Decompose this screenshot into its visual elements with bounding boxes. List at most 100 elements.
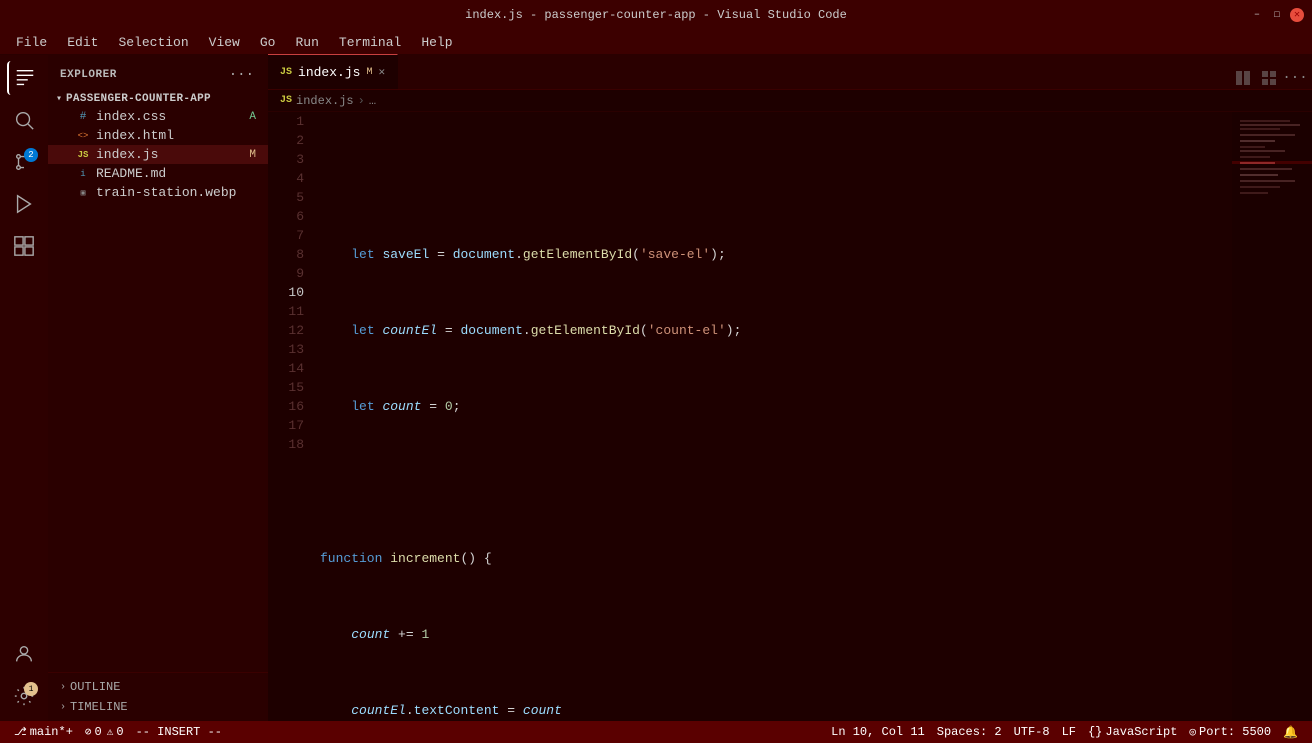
file-name-css: index.css (96, 109, 166, 124)
activity-extensions[interactable] (7, 229, 41, 263)
status-mode-text: -- INSERT -- (136, 725, 222, 739)
minimize-button[interactable]: − (1250, 8, 1264, 22)
tabs-bar: JS index.js M ✕ (268, 55, 1312, 90)
maximize-button[interactable]: □ (1270, 8, 1284, 22)
tab-js-icon: JS (280, 67, 292, 78)
line-num-18: 18 (268, 435, 304, 454)
menu-file[interactable]: File (8, 33, 55, 52)
tabs-right-actions: ··· (1232, 67, 1312, 89)
timeline-label: TIMELINE (70, 700, 128, 714)
status-ln-col: Ln 10, Col 11 (831, 725, 925, 739)
minimap (1232, 112, 1312, 721)
file-name-readme: README.md (96, 166, 166, 181)
code-line-4: let count = 0; (320, 397, 1232, 416)
activity-bar: 2 1 (0, 55, 48, 721)
status-line-ending[interactable]: LF (1056, 721, 1082, 743)
file-name-js: index.js (96, 147, 158, 162)
activity-bar-bottom: 1 (7, 637, 41, 721)
status-spaces[interactable]: Spaces: 2 (931, 721, 1008, 743)
bell-icon: 🔔 (1283, 725, 1298, 740)
line-num-8: 8 (268, 245, 304, 264)
activity-settings[interactable]: 1 (7, 679, 41, 713)
breadcrumb-separator: › (358, 94, 365, 108)
settings-badge: 1 (24, 682, 38, 696)
status-position[interactable]: Ln 10, Col 11 (825, 721, 931, 743)
code-line-1 (320, 169, 1232, 188)
editor[interactable]: 1 2 3 4 5 6 7 8 9 10 11 12 13 14 15 16 1… (268, 112, 1312, 721)
tab-modified-indicator: M (366, 67, 372, 78)
sidebar-header: EXPLORER ··· (48, 55, 268, 89)
tab-close-button[interactable]: ✕ (378, 65, 385, 79)
menu-go[interactable]: Go (252, 33, 284, 52)
menu-edit[interactable]: Edit (59, 33, 106, 52)
timeline-toggle[interactable]: › TIMELINE (48, 697, 268, 717)
outline-toggle[interactable]: › OUTLINE (48, 677, 268, 697)
status-warning-count: 0 (116, 725, 123, 739)
line-num-10: 10 (268, 283, 304, 302)
split-editor-button[interactable] (1232, 67, 1254, 89)
git-branch-icon: ⎇ (14, 725, 27, 739)
breadcrumb-context[interactable]: … (369, 94, 376, 108)
activity-search[interactable] (7, 103, 41, 137)
sidebar: EXPLORER ··· ▾ PASSENGER-COUNTER-APP # i… (48, 55, 268, 721)
menu-view[interactable]: View (201, 33, 248, 52)
line-num-15: 15 (268, 378, 304, 397)
warning-icon: ⚠ (107, 725, 114, 739)
menu-help[interactable]: Help (413, 33, 460, 52)
line-num-3: 3 (268, 150, 304, 169)
file-name-html: index.html (96, 128, 174, 143)
status-encoding[interactable]: UTF-8 (1008, 721, 1056, 743)
tab-label: index.js (298, 65, 360, 80)
tab-index-js[interactable]: JS index.js M ✕ (268, 54, 398, 89)
line-num-1: 1 (268, 112, 304, 131)
menu-terminal[interactable]: Terminal (331, 33, 409, 52)
line-num-11: 11 (268, 302, 304, 321)
menu-run[interactable]: Run (287, 33, 326, 52)
line-num-13: 13 (268, 340, 304, 359)
status-language-text: JavaScript (1105, 725, 1177, 739)
folder-name: PASSENGER-COUNTER-APP (66, 93, 211, 105)
close-button[interactable]: ✕ (1290, 8, 1304, 22)
outline-label: OUTLINE (70, 680, 120, 694)
file-index-js[interactable]: JS index.js M (48, 145, 268, 164)
activity-explorer[interactable] (7, 61, 41, 95)
status-notifications[interactable]: 🔔 (1277, 721, 1304, 743)
line-num-9: 9 (268, 264, 304, 283)
md-file-icon: i (76, 169, 90, 179)
line-num-4: 4 (268, 169, 304, 188)
status-mode: -- INSERT -- (130, 721, 228, 743)
explorer-content: ▾ PASSENGER-COUNTER-APP # index.css A <>… (48, 89, 268, 672)
line-num-5: 5 (268, 188, 304, 207)
sidebar-more-button[interactable]: ··· (227, 65, 256, 85)
file-readme[interactable]: i README.md (48, 164, 268, 183)
code-line-5 (320, 473, 1232, 492)
breadcrumb-file[interactable]: index.js (296, 94, 354, 108)
window-title: index.js - passenger-counter-app - Visua… (465, 8, 847, 22)
status-language[interactable]: {} JavaScript (1082, 721, 1183, 743)
activity-account[interactable] (7, 637, 41, 671)
css-file-icon: # (76, 111, 90, 123)
status-errors[interactable]: ⊘ 0 ⚠ 0 (79, 721, 130, 743)
code-line-6: function increment() { (320, 549, 1232, 568)
file-index-css[interactable]: # index.css A (48, 107, 268, 126)
editor-layout-button[interactable] (1258, 67, 1280, 89)
line-num-12: 12 (268, 321, 304, 340)
code-line-3: let countEl = document.getElementById('c… (320, 321, 1232, 340)
menu-selection[interactable]: Selection (110, 33, 196, 52)
titlebar: index.js - passenger-counter-app - Visua… (0, 0, 1312, 30)
more-actions-button[interactable]: ··· (1284, 67, 1306, 89)
file-index-html[interactable]: <> index.html (48, 126, 268, 145)
menubar: File Edit Selection View Go Run Terminal… (0, 30, 1312, 55)
code-editor[interactable]: let saveEl = document.getElementById('sa… (312, 112, 1232, 721)
activity-source-control[interactable]: 2 (7, 145, 41, 179)
status-port[interactable]: ◎ Port: 5500 (1183, 721, 1277, 743)
folder-passenger-counter-app[interactable]: ▾ PASSENGER-COUNTER-APP (48, 91, 268, 107)
status-branch[interactable]: ⎇ main*+ (8, 721, 79, 743)
js-file-icon: JS (76, 150, 90, 160)
line-num-6: 6 (268, 207, 304, 226)
file-train-station[interactable]: ▣ train-station.webp (48, 183, 268, 202)
line-num-7: 7 (268, 226, 304, 245)
status-curly-icon: {} (1088, 725, 1102, 739)
editor-area: JS index.js M ✕ (268, 55, 1312, 721)
activity-run[interactable] (7, 187, 41, 221)
